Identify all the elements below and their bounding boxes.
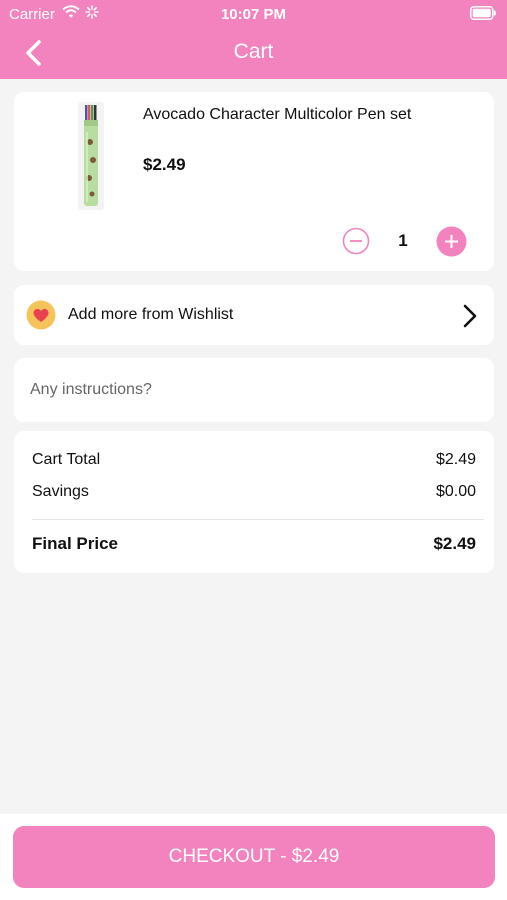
product-price: $2.49 <box>143 155 186 174</box>
instructions-card <box>14 358 494 422</box>
cart-total-label: Cart Total <box>32 451 101 468</box>
wishlist-row[interactable]: Add more from Wishlist <box>14 285 494 345</box>
plus-circle-icon[interactable] <box>436 226 467 257</box>
price-summary-card: Cart Total $2.49 Savings $0.00 Final Pri… <box>14 431 494 573</box>
final-price-label: Final Price <box>32 534 118 553</box>
nav-header: Carrier 10:07 PM Cart <box>0 0 507 79</box>
product-name[interactable]: Avocado Character Multicolor Pen set <box>143 104 433 126</box>
cart-item-card: Avocado Character Multicolor Pen set $2.… <box>14 92 494 271</box>
checkout-bar: CHECKOUT - $2.49 <box>0 814 507 900</box>
wishlist-label: Add more from Wishlist <box>68 306 234 323</box>
heart-icon <box>26 300 56 330</box>
status-bar: Carrier 10:07 PM <box>0 0 507 28</box>
product-image <box>78 102 104 210</box>
quantity-value: 1 <box>398 231 408 250</box>
minus-circle-icon[interactable] <box>342 227 370 255</box>
final-price-value: $2.49 <box>433 534 476 553</box>
battery-icon <box>470 6 496 20</box>
checkout-button[interactable]: CHECKOUT - $2.49 <box>13 826 495 888</box>
cart-total-value: $2.49 <box>435 451 476 468</box>
chevron-right-icon <box>463 304 477 328</box>
savings-value: $0.00 <box>435 483 476 500</box>
page-title: Cart <box>233 40 274 63</box>
savings-label: Savings <box>32 483 89 500</box>
summary-divider <box>32 519 484 520</box>
status-time: 10:07 PM <box>220 6 287 23</box>
instructions-input[interactable] <box>30 378 470 402</box>
